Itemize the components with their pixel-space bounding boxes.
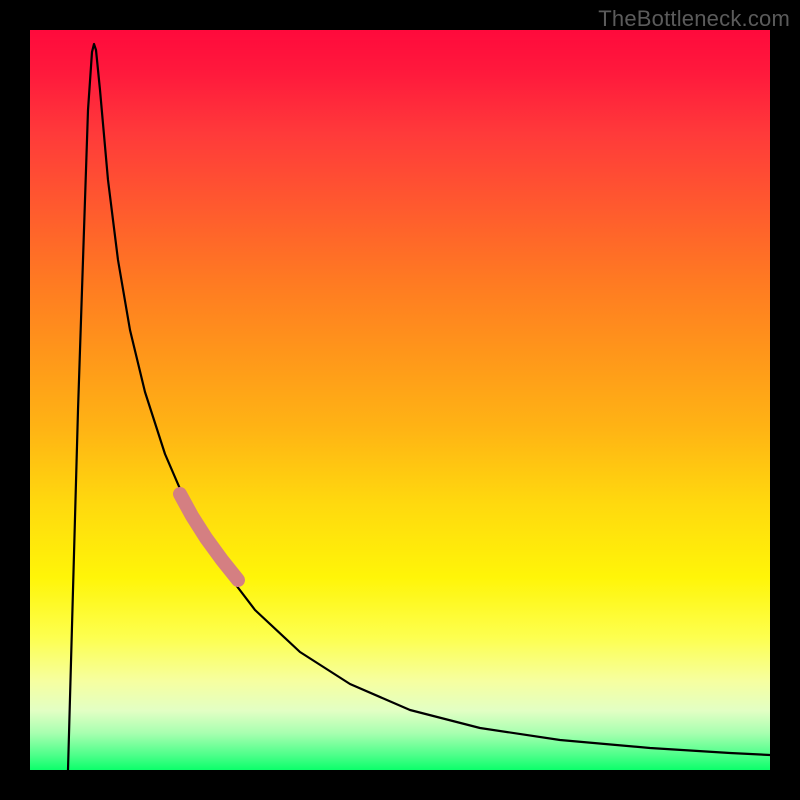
plot-area: [30, 30, 770, 770]
bottleneck-curve: [68, 44, 770, 770]
chart-frame: TheBottleneck.com: [0, 0, 800, 800]
curve-layer: [30, 30, 770, 770]
highlight-segment: [180, 494, 238, 580]
watermark-text: TheBottleneck.com: [598, 6, 790, 32]
